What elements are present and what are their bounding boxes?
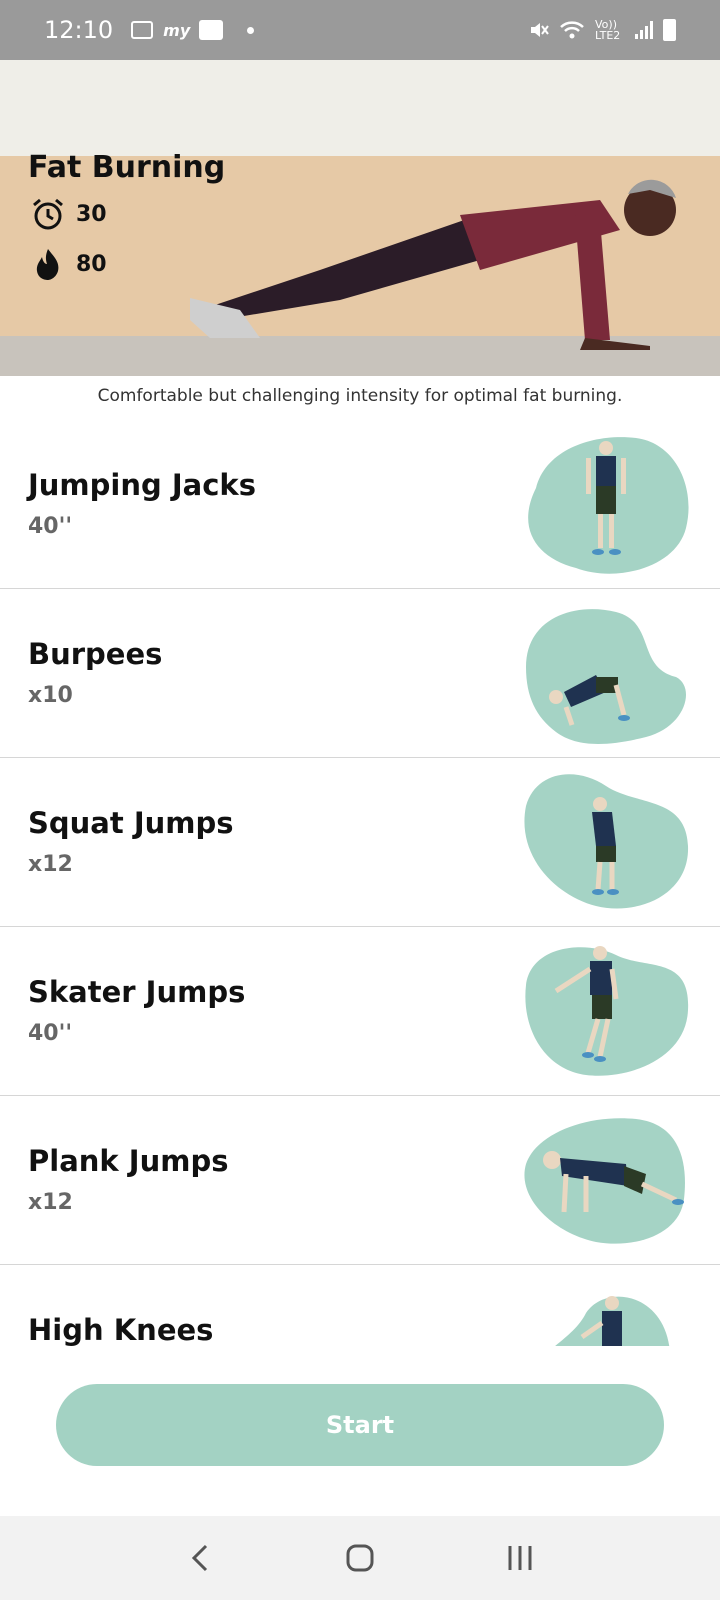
start-area: Start bbox=[0, 1346, 720, 1516]
squat-jumps-illustration bbox=[524, 774, 689, 909]
exercise-amount: x12 bbox=[28, 852, 73, 877]
network-type: Vo)) LTE2 bbox=[595, 18, 621, 42]
notification-icons: my bbox=[131, 20, 255, 40]
exercise-name: Jumping Jacks bbox=[28, 468, 256, 502]
back-button[interactable] bbox=[170, 1528, 230, 1588]
high-knees-illustration bbox=[555, 1296, 669, 1346]
mute-icon bbox=[531, 23, 549, 37]
myntra-icon: my bbox=[163, 21, 191, 40]
exercise-name: High Knees bbox=[28, 1313, 214, 1346]
list-item[interactable]: Plank Jumps x12 bbox=[0, 1096, 720, 1265]
alarm-clock-icon bbox=[33, 198, 63, 230]
wifi-icon bbox=[560, 21, 584, 39]
list-item[interactable]: High Knees bbox=[0, 1265, 720, 1346]
calories-value: 80 bbox=[76, 251, 107, 277]
plank-photo bbox=[190, 179, 676, 350]
exercise-name: Squat Jumps bbox=[28, 806, 234, 840]
exercise-name: Skater Jumps bbox=[28, 975, 246, 1009]
duration-stat: 30 bbox=[30, 196, 107, 232]
flame-icon bbox=[36, 249, 59, 280]
exercise-amount: 40'' bbox=[28, 1021, 73, 1046]
back-icon bbox=[191, 1544, 208, 1572]
list-item[interactable]: Burpees x10 bbox=[0, 589, 720, 758]
home-icon bbox=[346, 1544, 374, 1572]
exercise-list[interactable]: Jumping Jacks 40'' Burpees x10 Squat Jum… bbox=[0, 420, 720, 1346]
list-item[interactable]: Squat Jumps x12 bbox=[0, 758, 720, 927]
exercise-amount: x12 bbox=[28, 1190, 73, 1215]
status-time: 12:10 bbox=[44, 16, 114, 44]
gallery-icon bbox=[131, 21, 154, 39]
workout-hero: Fat Burning 30 80 bbox=[0, 60, 720, 376]
plank-jumps-illustration bbox=[524, 1118, 685, 1244]
exercise-name: Burpees bbox=[28, 637, 163, 671]
system-nav-bar bbox=[0, 1516, 720, 1600]
exercise-amount: 40'' bbox=[28, 514, 73, 539]
exercise-name: Plank Jumps bbox=[28, 1144, 229, 1178]
home-button[interactable] bbox=[330, 1528, 390, 1588]
signal-icon bbox=[635, 21, 653, 39]
list-item[interactable]: Skater Jumps 40'' bbox=[0, 927, 720, 1096]
jumping-jacks-illustration bbox=[528, 437, 689, 574]
calories-stat: 80 bbox=[30, 246, 107, 282]
status-bar: 12:10 my Vo)) LTE2 bbox=[0, 0, 720, 60]
system-icons: Vo)) LTE2 bbox=[527, 19, 676, 41]
burpees-illustration bbox=[526, 609, 686, 744]
recents-button[interactable] bbox=[490, 1528, 550, 1588]
workout-description: Comfortable but challenging intensity fo… bbox=[97, 386, 623, 406]
skater-jumps-illustration bbox=[525, 946, 689, 1076]
start-button[interactable]: Start bbox=[56, 1384, 664, 1466]
list-item[interactable]: Jumping Jacks 40'' bbox=[0, 420, 720, 589]
more-notifications-icon bbox=[247, 26, 255, 34]
paytm-icon bbox=[199, 20, 224, 40]
duration-value: 30 bbox=[76, 201, 107, 227]
recents-icon bbox=[508, 1546, 532, 1570]
exercise-amount: x10 bbox=[28, 683, 73, 708]
workout-title: Fat Burning bbox=[28, 150, 226, 185]
battery-icon bbox=[663, 19, 676, 41]
